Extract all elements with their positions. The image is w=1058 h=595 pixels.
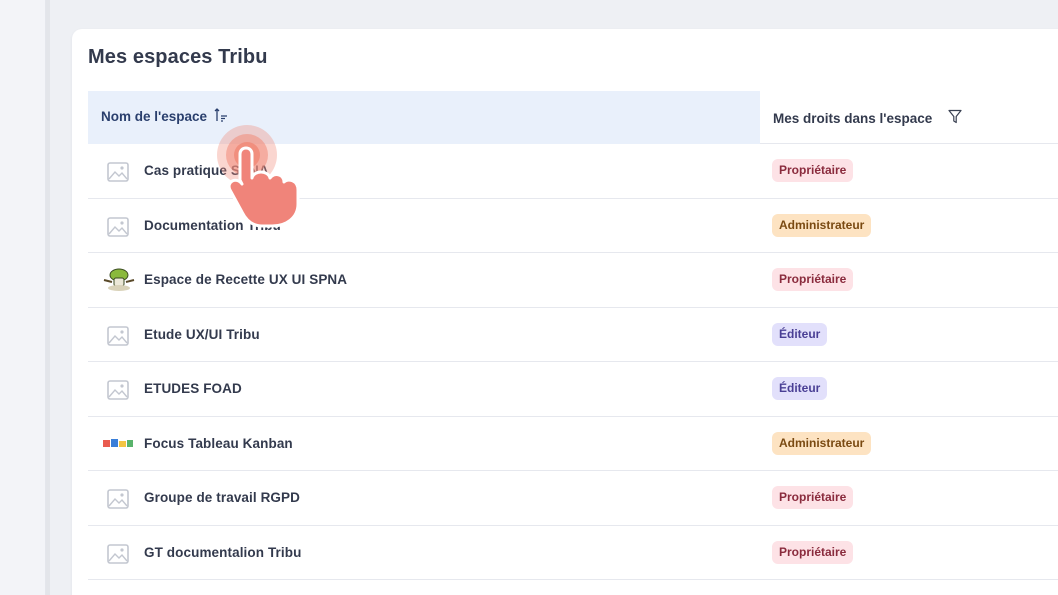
- column-header-name[interactable]: Nom de l'espace: [88, 91, 760, 144]
- tap-hand-cursor-icon: [217, 125, 300, 228]
- page-title: Mes espaces Tribu: [88, 46, 268, 68]
- role-badge: Éditeur: [772, 322, 828, 346]
- column-header-rights[interactable]: Mes droits dans l'espace: [760, 91, 1058, 144]
- sidebar-divider: [46, 0, 50, 595]
- role-badge: Éditeur: [772, 377, 828, 400]
- space-name-link[interactable]: Espace de Recette UX UI SPNA: [144, 272, 347, 287]
- filter-icon[interactable]: [948, 109, 962, 124]
- role-badge: Propriétaire: [772, 486, 854, 509]
- image-placeholder-icon: [106, 216, 130, 238]
- space-name-link[interactable]: ETUDES FOAD: [144, 381, 242, 396]
- space-name-link[interactable]: Groupe de travail RGPD: [144, 490, 300, 505]
- table-row[interactable]: Groupe de travail RGPD Propriétaire: [88, 471, 1058, 526]
- column-header-name-label: Nom de l'espace: [101, 109, 208, 124]
- space-name-link[interactable]: Focus Tableau Kanban: [144, 436, 293, 451]
- space-name-link[interactable]: GT documentalion Tribu: [144, 545, 301, 560]
- role-badge: Propriétaire: [772, 159, 854, 182]
- image-placeholder-icon: [106, 488, 130, 510]
- column-header-rights-label: Mes droits dans l'espace: [773, 111, 933, 126]
- table-row[interactable]: GT documentalion Tribu Propriétaire: [88, 526, 1058, 580]
- image-placeholder-icon: [106, 379, 130, 401]
- image-placeholder-icon: [106, 161, 130, 183]
- role-badge: Propriétaire: [772, 540, 854, 564]
- table-row[interactable]: ETUDES FOAD Éditeur: [88, 362, 1058, 417]
- kanban-logo-icon: [102, 437, 133, 459]
- spaces-card: Mes espaces Tribu Nom de l'espace Mes dr…: [72, 29, 1058, 595]
- role-badge: Administrateur: [772, 213, 872, 237]
- chef-logo-icon: [102, 266, 135, 291]
- table-row[interactable]: Etude UX/UI Tribu Éditeur: [88, 308, 1058, 362]
- table-row[interactable]: Espace de Recette UX UI SPNA Propriétaire: [88, 253, 1058, 308]
- image-placeholder-icon: [106, 325, 130, 347]
- table-row[interactable]: Focus Tableau Kanban Administrateur: [88, 417, 1058, 471]
- role-badge: Administrateur: [772, 431, 872, 455]
- role-badge: Propriétaire: [772, 268, 854, 291]
- image-placeholder-icon: [106, 543, 130, 565]
- left-sidebar: [0, 0, 46, 595]
- space-name-link[interactable]: Etude UX/UI Tribu: [144, 327, 260, 342]
